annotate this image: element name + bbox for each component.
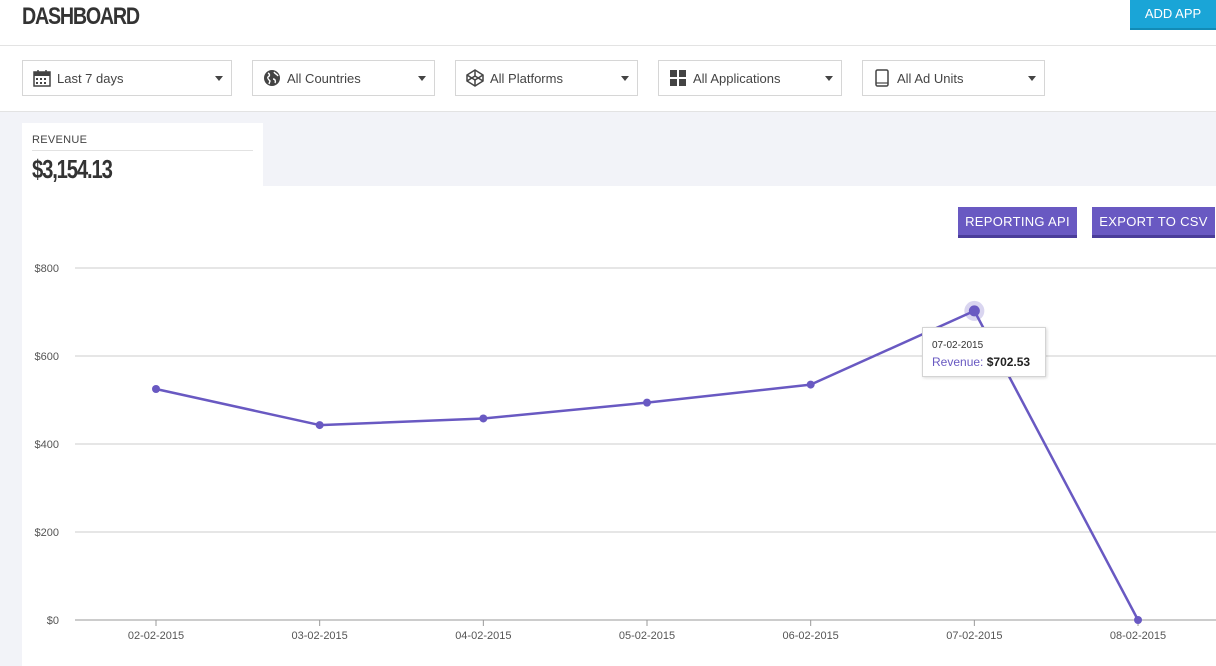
- tooltip-line: Revenue: $702.53: [932, 355, 1030, 369]
- x-tick-label: 08-02-2015: [1110, 630, 1166, 642]
- data-point: [479, 414, 488, 423]
- data-point: [315, 421, 324, 430]
- x-tick-label: 07-02-2015: [946, 630, 1002, 642]
- tooltip-date: 07-02-2015: [932, 340, 984, 351]
- tooltip-series-label: Revenue:: [932, 355, 984, 369]
- y-tick-label: $0: [47, 615, 59, 627]
- chart-tooltip: 07-02-2015 Revenue: $702.53: [922, 327, 1046, 377]
- data-point: [152, 385, 160, 393]
- data-point: [806, 380, 815, 389]
- y-tick-label: $600: [35, 351, 59, 363]
- data-point: [968, 305, 980, 317]
- y-tick-label: $200: [35, 527, 59, 539]
- x-tick-label: 06-02-2015: [783, 630, 839, 642]
- data-point: [1134, 616, 1143, 624]
- x-tick-label: 03-02-2015: [292, 630, 348, 642]
- x-tick-label: 04-02-2015: [455, 630, 511, 642]
- tooltip-value: $702.53: [986, 355, 1031, 369]
- y-tick-label: $800: [35, 263, 59, 275]
- x-tick-label: 05-02-2015: [619, 630, 675, 642]
- y-tick-label: $400: [35, 439, 59, 451]
- x-tick-label: 02-02-2015: [128, 630, 184, 642]
- data-point: [643, 398, 652, 407]
